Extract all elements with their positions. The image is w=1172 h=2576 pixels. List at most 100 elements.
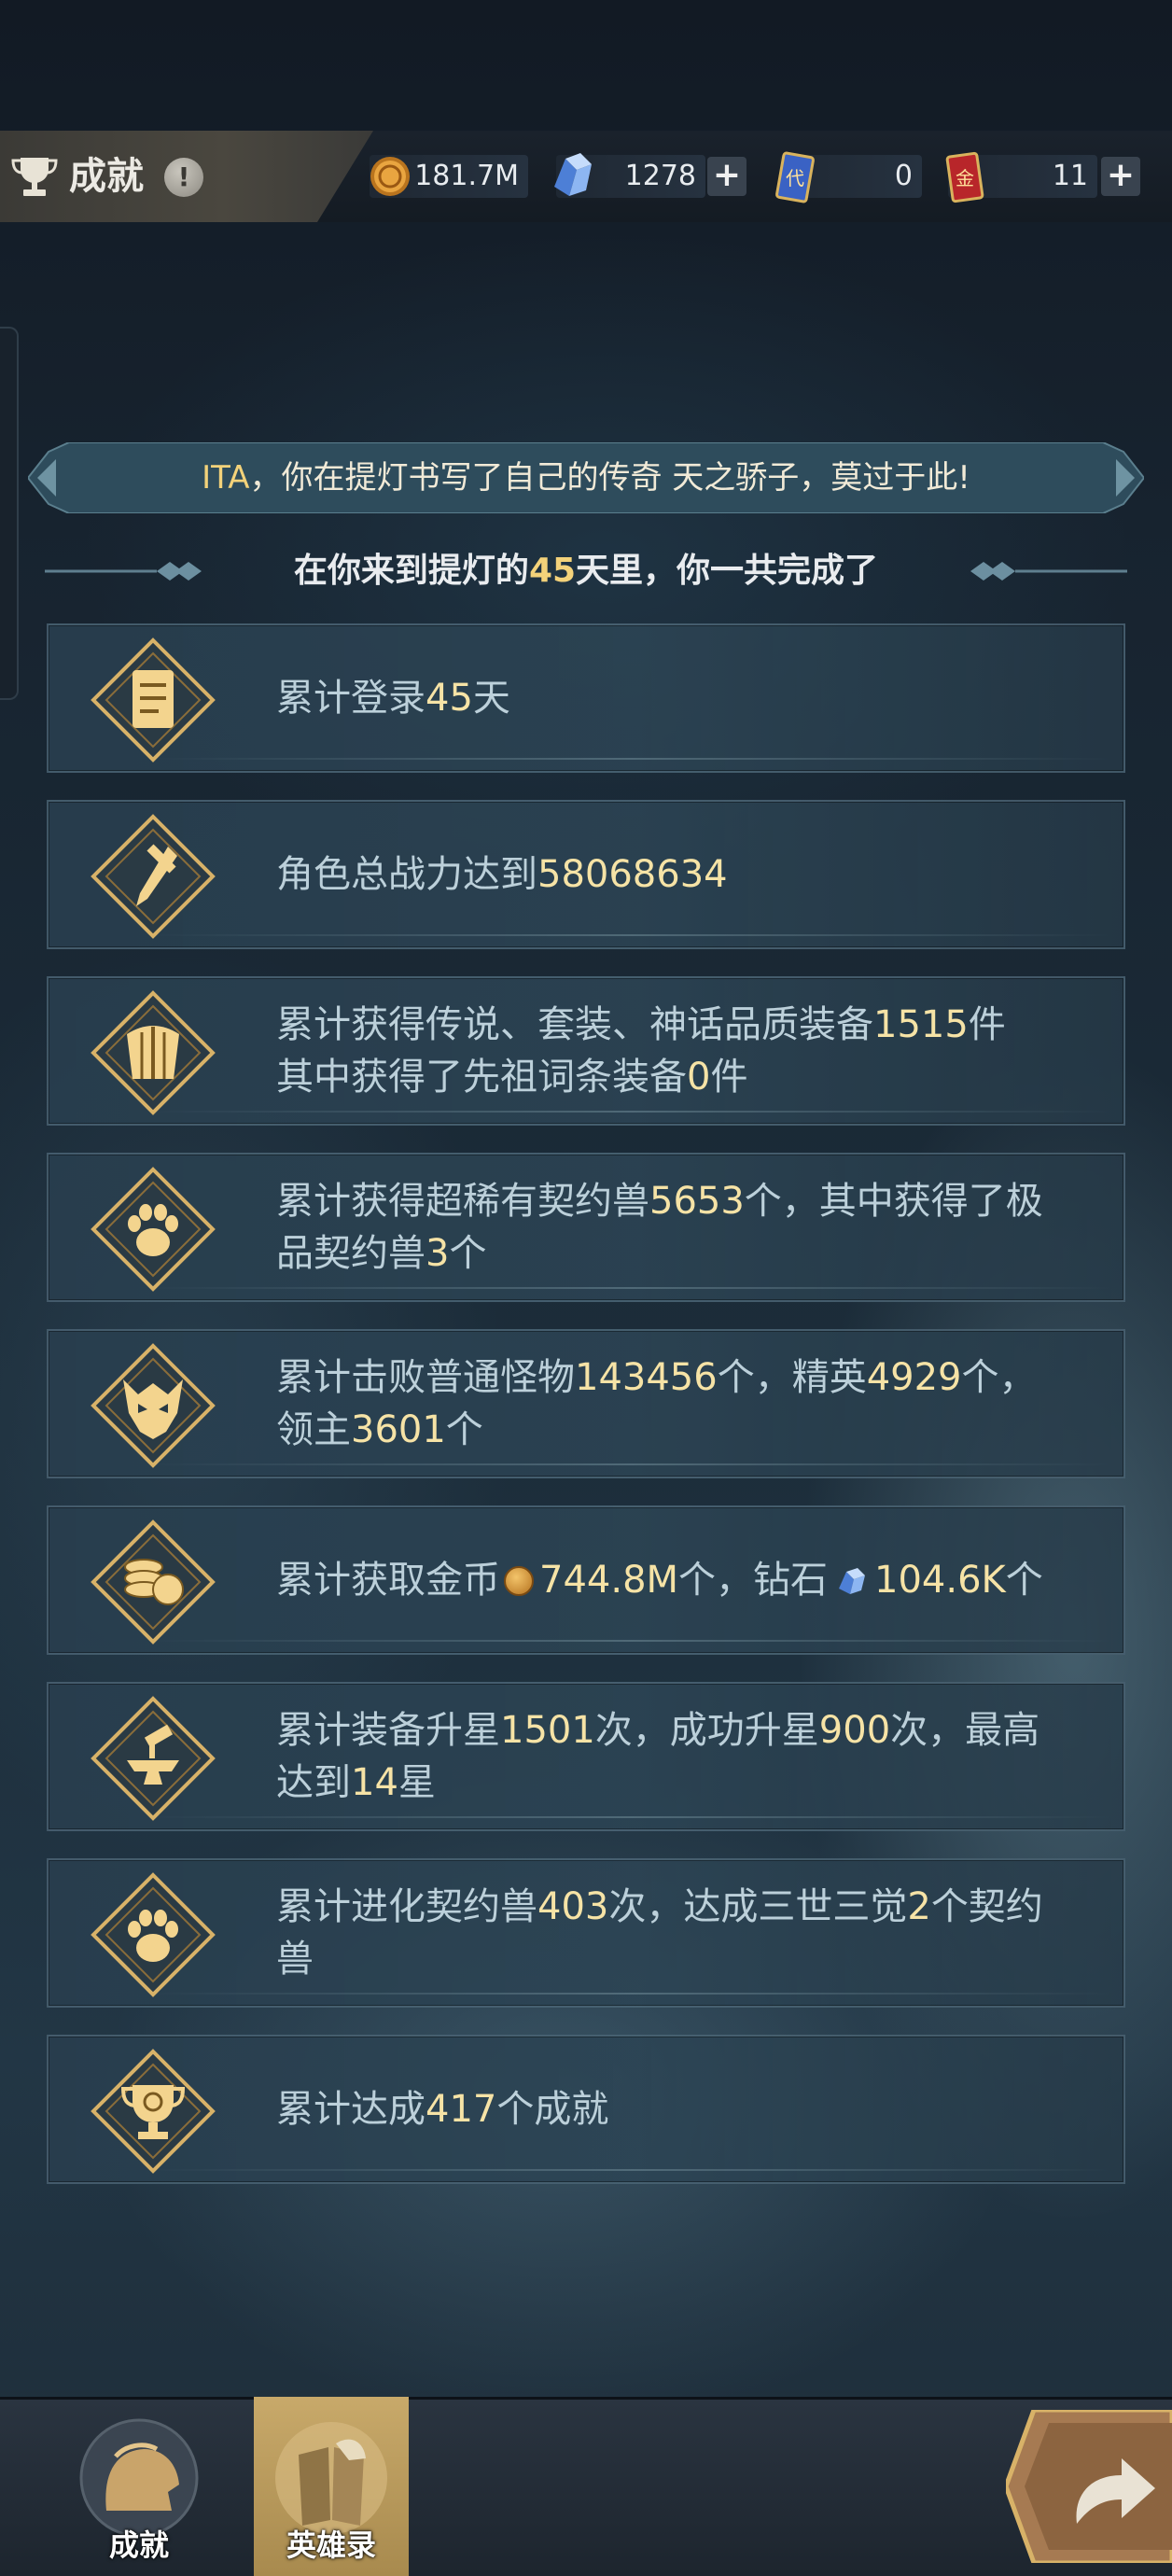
text: 次，成功升星	[594, 1709, 819, 1752]
text: 累计装备升星	[276, 1709, 500, 1752]
sword-icon	[91, 814, 216, 939]
value: 2	[907, 1885, 931, 1928]
text: 件	[710, 1056, 748, 1099]
text: 个成就	[496, 2088, 609, 2131]
svg-text:金: 金	[956, 167, 974, 189]
value: 5653	[649, 1180, 745, 1223]
player-name: ITA	[202, 459, 250, 497]
text: 达到	[276, 1761, 351, 1804]
trophy-icon	[11, 158, 58, 196]
scroll-icon	[91, 637, 216, 763]
text: 次，最高	[890, 1709, 1040, 1752]
stat-text-power: 角色总战力达到58068634	[276, 802, 1153, 947]
subtitle-suffix: 天里，你一共完成了	[576, 552, 879, 590]
ticket-red-value: 11	[1052, 160, 1088, 192]
text: 个，其中获得了极	[744, 1180, 1043, 1223]
tab-achievement-label: 成就	[108, 2527, 169, 2563]
text: 领主	[276, 1408, 351, 1451]
text: 累计获得超稀有契约兽	[276, 1180, 649, 1223]
text: 天	[472, 677, 510, 720]
diamond-icon	[554, 153, 592, 196]
value: 14	[351, 1761, 398, 1804]
value: 744.8M	[539, 1559, 679, 1602]
diamond-value: 1278	[624, 160, 696, 192]
stat-row-income: 累计获取金币 744.8M个，钻石 104.6K个	[47, 1505, 1125, 1655]
tab-heroes-label: 英雄录	[286, 2527, 376, 2563]
info-icon[interactable]: !	[164, 158, 203, 197]
heroes-book-icon	[275, 2422, 387, 2534]
demon-icon	[91, 1343, 216, 1468]
stat-text-login: 累计登录45天	[276, 625, 1153, 771]
ticket-red-icon: 金	[945, 151, 984, 203]
stat-row-star: 累计装备升星1501次，成功升星900次，最高 达到14星	[47, 1682, 1125, 1831]
stat-row-beast: 累计获得超稀有契约兽5653个，其中获得了极 品契约兽3个	[47, 1153, 1125, 1302]
text: 累计登录	[276, 677, 426, 720]
value: 45	[426, 677, 473, 720]
value: 143456	[575, 1356, 718, 1399]
stat-row-monsters: 累计击败普通怪物143456个，精英4929个， 领主3601个	[47, 1329, 1125, 1478]
add-ticket-button[interactable]: +	[1101, 157, 1140, 196]
value: 900	[818, 1709, 891, 1752]
paw-icon	[91, 1872, 216, 1997]
anvil-icon	[91, 1696, 216, 1821]
text: 个，钻石	[678, 1559, 829, 1602]
text: 星	[398, 1761, 436, 1804]
text: 件	[968, 1003, 1006, 1046]
stat-text-beast: 累计获得超稀有契约兽5653个，其中获得了极 品契约兽3个	[276, 1155, 1153, 1300]
subtitle-days: 45	[528, 552, 577, 590]
helmet-icon	[79, 2418, 199, 2538]
banner-message: ，你在提灯书写了自己的传奇 天之骄子，莫过于此!	[249, 459, 970, 497]
stat-text-equipment: 累计获得传说、套装、神话品质装备1515件 其中获得了先祖词条装备0件	[276, 978, 1153, 1124]
ticket-blue-value: 0	[894, 160, 913, 192]
text: 角色总战力达到	[276, 853, 537, 896]
stat-row-evolve: 累计进化契约兽403次，达成三世三觉2个契约 兽	[47, 1858, 1125, 2008]
text: 个	[449, 1232, 487, 1275]
text: 其中获得了先祖词条装备	[276, 1056, 687, 1099]
text: 品契约兽	[276, 1232, 426, 1275]
text: 个，精英	[717, 1356, 867, 1399]
stat-row-login: 累计登录45天	[47, 623, 1125, 773]
text: 累计达成	[276, 2088, 426, 2131]
stat-text-achievements: 累计达成417个成就	[276, 2037, 1153, 2182]
add-diamond-button[interactable]: +	[707, 157, 746, 196]
stat-row-equipment: 累计获得传说、套装、神话品质装备1515件 其中获得了先祖词条装备0件	[47, 976, 1125, 1126]
back-arrow-icon[interactable]	[1006, 2410, 1172, 2563]
tab-achievement[interactable]: 成就	[62, 2397, 216, 2576]
ticket-blue-icon: 代	[775, 151, 815, 203]
text: 个	[1005, 1559, 1043, 1602]
text: 个，	[961, 1356, 1037, 1399]
text: 累计获得传说、套装、神话品质装备	[276, 1003, 873, 1046]
stat-row-achievements: 累计达成417个成就	[47, 2035, 1125, 2184]
paw-icon	[91, 1167, 216, 1292]
text: 累计进化契约兽	[276, 1885, 537, 1928]
stat-text-monsters: 累计击败普通怪物143456个，精英4929个， 领主3601个	[276, 1331, 1153, 1477]
side-edge	[0, 327, 19, 700]
diamond-icon	[839, 1568, 866, 1594]
text: 个	[445, 1408, 483, 1451]
subtitle-deco-right	[970, 562, 1127, 581]
value: 104.6K	[874, 1559, 1006, 1602]
value: 1501	[500, 1709, 595, 1752]
stat-text-evolve: 累计进化契约兽403次，达成三世三觉2个契约 兽	[276, 1860, 1153, 2006]
value: 403	[537, 1885, 609, 1928]
text: 累计获取金币	[276, 1559, 500, 1602]
text: 个契约	[930, 1885, 1043, 1928]
value: 0	[687, 1056, 711, 1099]
page-title: 成就	[69, 155, 144, 198]
stat-text-star: 累计装备升星1501次，成功升星900次，最高 达到14星	[276, 1684, 1153, 1829]
gold-coin-icon	[370, 157, 410, 196]
value: 417	[426, 2088, 497, 2131]
value: 3	[426, 1232, 450, 1275]
value: 4929	[866, 1356, 962, 1399]
text: 兽	[276, 1938, 314, 1981]
subtitle-prefix: 在你来到提灯的	[293, 552, 529, 590]
tab-heroes[interactable]: 英雄录	[254, 2397, 409, 2576]
gold-coin-icon	[504, 1566, 534, 1596]
armor-icon	[91, 990, 216, 1115]
gold-value: 181.7M	[414, 160, 519, 192]
trophy-emblem-icon	[91, 2049, 216, 2174]
text: 累计击败普通怪物	[276, 1356, 575, 1399]
value: 1515	[873, 1003, 969, 1046]
value: 3601	[351, 1408, 446, 1451]
banner-text: ITA，你在提灯书写了自己的传奇 天之骄子，莫过于此!	[0, 442, 1172, 513]
